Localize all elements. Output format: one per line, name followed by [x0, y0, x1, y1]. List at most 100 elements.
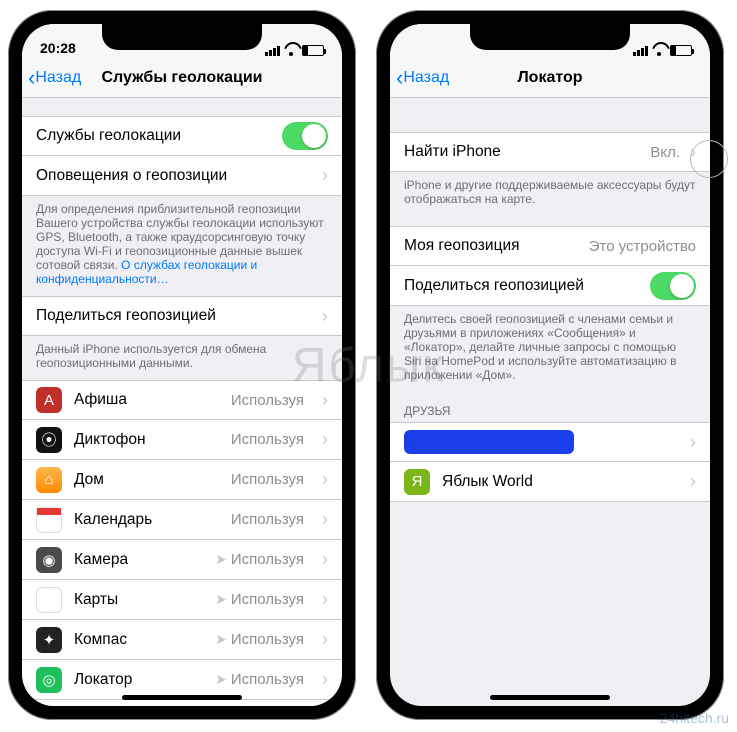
footer-text: iPhone и другие поддерживаемые аксессуар… [390, 172, 710, 216]
battery-icon [670, 45, 692, 56]
app-row[interactable]: ✈ Карты ➤Используя › [22, 580, 342, 620]
app-icon: А [36, 387, 62, 413]
location-arrow-icon: ➤ [215, 551, 227, 568]
app-row[interactable]: А Афиша Используя › [22, 380, 342, 420]
friend-name: Яблык World [442, 473, 672, 491]
notch [102, 24, 262, 50]
friend-row-redacted[interactable]: › [390, 422, 710, 462]
chevron-left-icon: ‹ [396, 67, 403, 89]
chevron-right-icon: › [322, 165, 328, 186]
app-name: Календарь [74, 511, 219, 529]
chevron-right-icon: › [690, 471, 696, 492]
footer-text: Для определения приблизительной геопозиц… [22, 196, 342, 296]
location-arrow-icon: ➤ [215, 591, 227, 608]
site-watermark: 24hitech.ru [660, 710, 729, 726]
app-name: Афиша [74, 391, 219, 409]
chevron-right-icon: › [322, 509, 328, 530]
clock: 20:28 [40, 40, 76, 56]
app-status: Используя [231, 431, 304, 448]
notch [470, 24, 630, 50]
chevron-right-icon: › [322, 306, 328, 327]
friend-row[interactable]: Я Яблык World › [390, 462, 710, 502]
location-arrow-icon: ➤ [215, 671, 227, 688]
share-location-toggle-row[interactable]: Поделиться геопозицией [390, 266, 710, 306]
back-button[interactable]: ‹ Назад [28, 67, 81, 89]
row-label: Найти iPhone [404, 143, 501, 161]
row-label: Поделиться геопозицией [36, 307, 216, 325]
app-name: Диктофон [74, 431, 219, 449]
page-title: Службы геолокации [101, 69, 262, 87]
app-status: Используя [231, 471, 304, 488]
chevron-right-icon: › [322, 629, 328, 650]
row-value: Вкл. [650, 144, 680, 161]
app-row[interactable]: ⌂ Дом Используя › [22, 460, 342, 500]
toggle-on-icon[interactable] [282, 122, 328, 150]
app-row[interactable]: ✦ Компас ➤Используя › [22, 620, 342, 660]
app-status: ➤Используя [215, 591, 304, 608]
app-status: Используя [231, 392, 304, 409]
app-status: ➤Используя [215, 671, 304, 688]
row-value: Это устройство [589, 238, 696, 255]
footer-text: Данный iPhone используется для обмена ге… [22, 336, 342, 380]
decorative-circle [690, 140, 728, 178]
toggle-on-icon[interactable] [650, 272, 696, 300]
phone-left: 20:28 ‹ Назад Службы геолокации Сл [8, 10, 356, 720]
chevron-right-icon: › [322, 390, 328, 411]
location-alerts-row[interactable]: Оповещения о геопозиции › [22, 156, 342, 196]
row-label: Службы геолокации [36, 127, 181, 145]
app-row[interactable]: ➤Навигатор➤Используя› [22, 700, 342, 706]
footer-text: Делитесь своей геопозицией с членами сем… [390, 306, 710, 392]
app-row[interactable]: ◎ Локатор ➤Используя › [22, 660, 342, 700]
app-name: Карты [74, 591, 203, 609]
location-services-toggle-row[interactable]: Службы геолокации [22, 116, 342, 156]
chevron-right-icon: › [322, 589, 328, 610]
app-icon: ⦿ [36, 427, 62, 453]
app-status: Используя [231, 511, 304, 528]
wifi-icon [652, 46, 666, 56]
row-label: Поделиться геопозицией [404, 277, 584, 295]
back-label: Назад [35, 69, 81, 87]
back-label: Назад [403, 69, 449, 87]
app-row[interactable]: ◉ Камера ➤Используя › [22, 540, 342, 580]
redacted-name [404, 430, 574, 454]
app-name: Локатор [74, 671, 203, 689]
chevron-left-icon: ‹ [28, 67, 35, 89]
back-button[interactable]: ‹ Назад [396, 67, 449, 89]
home-indicator[interactable] [122, 695, 242, 700]
nav-bar: ‹ Назад Локатор [390, 58, 710, 98]
my-location-row[interactable]: Моя геопозиция Это устройство [390, 226, 710, 266]
chevron-right-icon: › [690, 432, 696, 453]
find-iphone-row[interactable]: Найти iPhone Вкл.› [390, 132, 710, 172]
app-name: Камера [74, 551, 203, 569]
app-icon: ✈ [36, 587, 62, 613]
chevron-right-icon: › [322, 549, 328, 570]
battery-icon [302, 45, 324, 56]
wifi-icon [284, 46, 298, 56]
row-label: Моя геопозиция [404, 237, 520, 255]
cellular-signal-icon [633, 46, 648, 56]
friend-avatar-icon: Я [404, 469, 430, 495]
app-status: ➤Используя [215, 551, 304, 568]
app-row[interactable]: Календарь Используя › [22, 500, 342, 540]
location-arrow-icon: ➤ [215, 631, 227, 648]
app-name: Дом [74, 471, 219, 489]
chevron-right-icon: › [322, 469, 328, 490]
cellular-signal-icon [265, 46, 280, 56]
chevron-right-icon: › [322, 429, 328, 450]
app-status: ➤Используя [215, 631, 304, 648]
phone-right: ‹ Назад Локатор Найти iPhone Вкл.› iPhon… [376, 10, 724, 720]
home-indicator[interactable] [490, 695, 610, 700]
friends-header: Друзья [390, 392, 710, 422]
app-icon: ◎ [36, 667, 62, 693]
nav-bar: ‹ Назад Службы геолокации [22, 58, 342, 98]
page-title: Локатор [517, 69, 582, 87]
share-location-row[interactable]: Поделиться геопозицией › [22, 296, 342, 336]
app-row[interactable]: ⦿ Диктофон Используя › [22, 420, 342, 460]
app-icon: ✦ [36, 627, 62, 653]
chevron-right-icon: › [322, 669, 328, 690]
row-label: Оповещения о геопозиции [36, 167, 227, 185]
app-icon [36, 507, 62, 533]
app-icon: ◉ [36, 547, 62, 573]
app-icon: ⌂ [36, 467, 62, 493]
app-name: Компас [74, 631, 203, 649]
